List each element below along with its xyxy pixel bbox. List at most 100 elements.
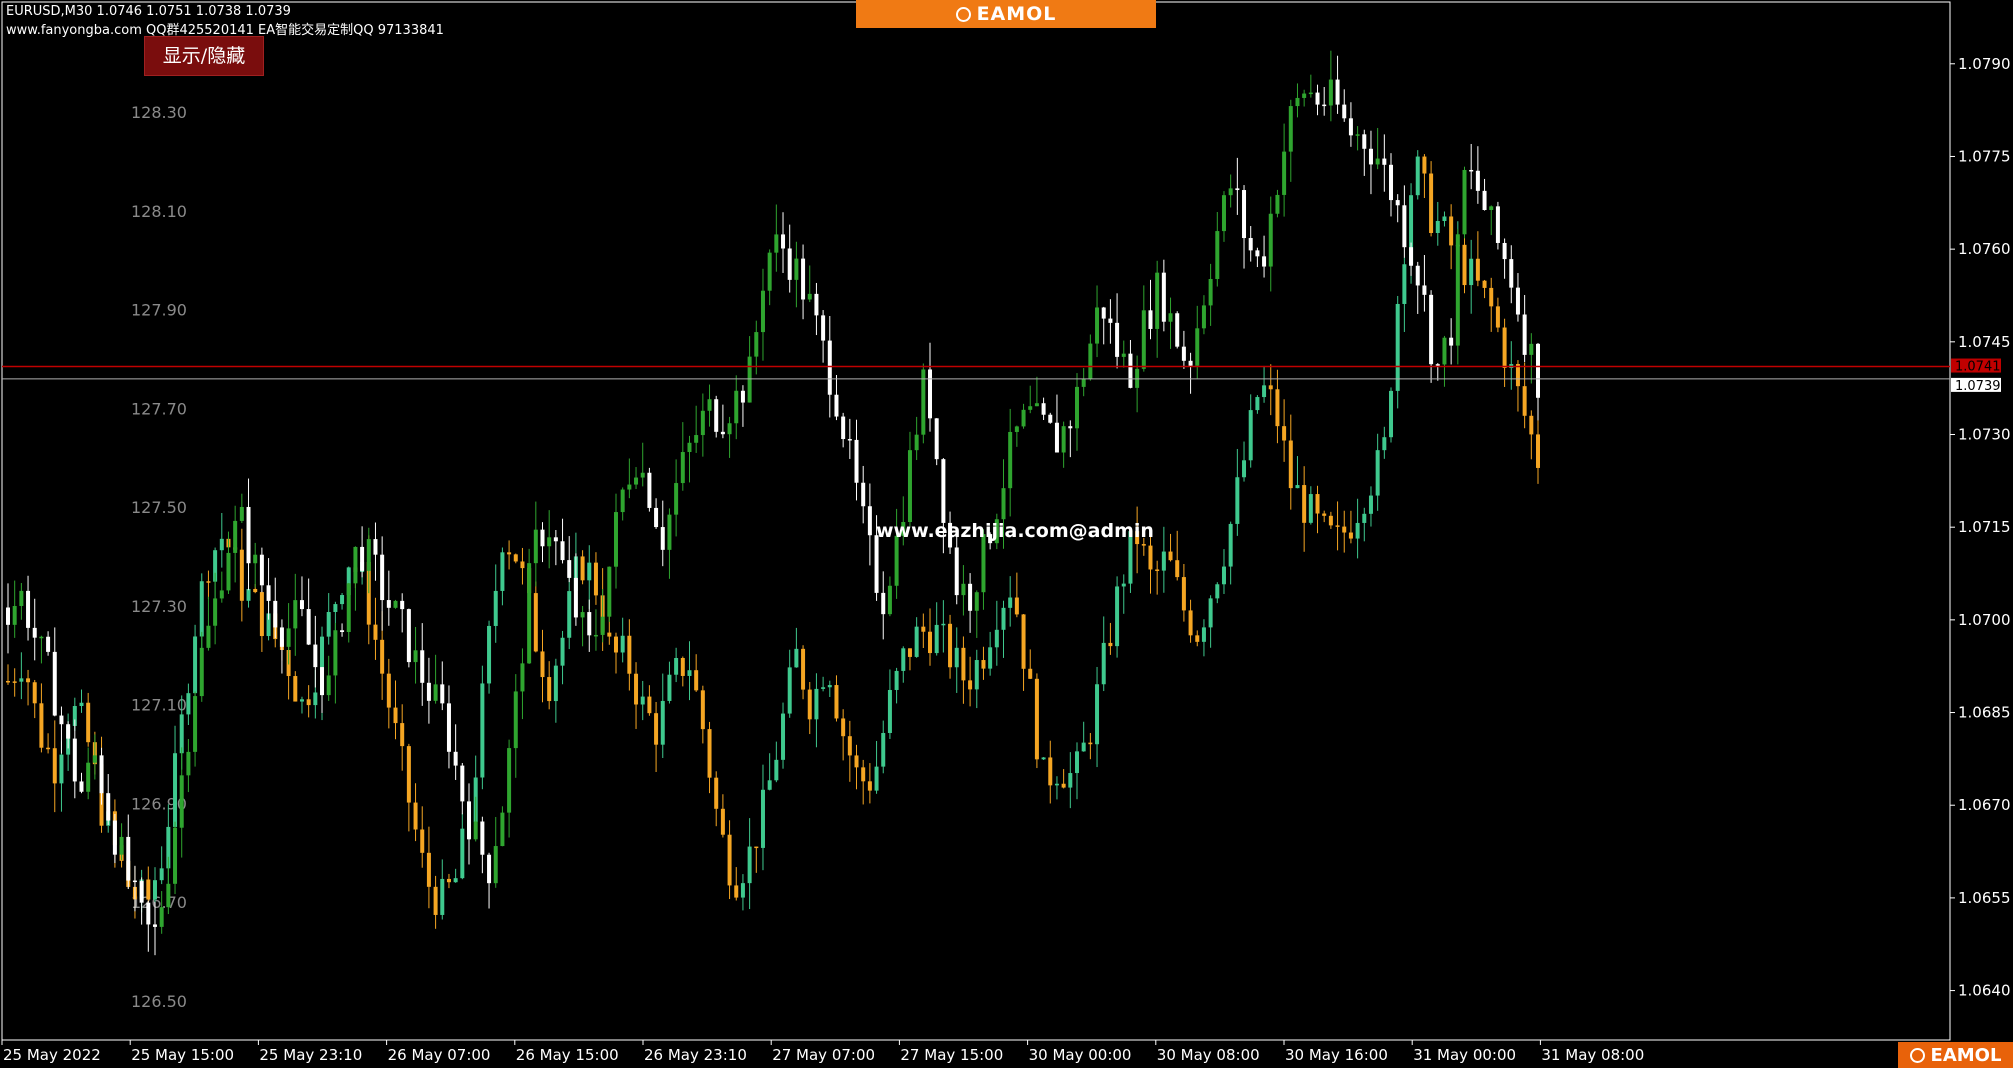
candle-body <box>1228 188 1233 196</box>
time-axis-label: 25 May 23:10 <box>259 1046 362 1064</box>
candle-body <box>86 702 91 743</box>
bid-price-label: 1.0739 <box>1955 379 2001 394</box>
corner-logo-icon <box>1909 1047 1925 1063</box>
candle-body <box>894 535 899 586</box>
candle-body <box>1455 234 1460 346</box>
candle-body <box>801 648 806 690</box>
candle-body <box>694 670 699 691</box>
candle-body <box>867 506 872 536</box>
candle-body <box>246 506 251 564</box>
candle-body <box>1308 92 1313 95</box>
candle-body <box>654 713 659 745</box>
candle-body <box>1121 353 1126 357</box>
candle-body <box>700 410 705 436</box>
candle-body <box>767 252 772 291</box>
left-axis-label: 126.70 <box>131 893 187 912</box>
candle-body <box>794 258 799 280</box>
candle-body <box>1275 194 1280 214</box>
candle-body <box>1081 742 1086 752</box>
candle-body <box>286 628 291 647</box>
candle-body <box>353 546 358 584</box>
candle-body <box>1061 783 1066 788</box>
candle-body <box>1315 494 1320 514</box>
candle-body <box>480 683 485 778</box>
candle-body <box>714 399 719 432</box>
candle-body <box>887 689 892 734</box>
candle-body <box>99 755 104 794</box>
candle-body <box>1348 118 1353 136</box>
candle-body <box>460 765 465 802</box>
candle-body <box>1255 250 1260 257</box>
candle-body <box>1215 231 1220 280</box>
candle-body <box>1188 610 1193 636</box>
candle-body <box>426 852 431 887</box>
show-hide-button[interactable]: 显示/隐藏 <box>144 36 264 76</box>
candle-body <box>1275 389 1280 427</box>
candle-body <box>1322 513 1327 516</box>
left-axis-label: 127.70 <box>131 399 187 418</box>
candle-body <box>727 423 732 435</box>
candle-body <box>186 751 191 776</box>
candle-body <box>647 696 652 714</box>
candle-body <box>313 644 318 668</box>
candle-body <box>1502 327 1507 368</box>
candle-body <box>587 562 592 581</box>
eamol-logo-text: EAMOL <box>976 3 1057 25</box>
candle-body <box>246 588 251 601</box>
candle-body <box>807 293 812 300</box>
candle-body <box>994 629 999 648</box>
candle-body <box>720 431 725 435</box>
candle-body <box>1328 515 1333 526</box>
candle-body <box>206 581 211 583</box>
candle-body <box>1415 265 1420 286</box>
left-axis-label: 127.90 <box>131 301 187 320</box>
candle-body <box>1201 627 1206 642</box>
eamol-logo-icon <box>955 6 971 22</box>
candle-body <box>961 583 966 596</box>
price-axis-label: 1.0760 <box>1958 240 2011 258</box>
candle-body <box>687 442 692 453</box>
candle-body <box>6 607 10 625</box>
time-axis-label: 26 May 07:00 <box>388 1046 491 1064</box>
candle-body <box>1362 134 1367 149</box>
candle-body <box>607 566 612 617</box>
candle-body <box>193 636 198 694</box>
candle-body <box>487 854 492 884</box>
candle-body <box>487 625 492 684</box>
candle-body <box>473 821 478 840</box>
candle-body <box>921 626 926 632</box>
candle-body <box>1475 258 1480 281</box>
candle-body <box>26 590 31 628</box>
candle-body <box>1115 586 1120 647</box>
candle-body <box>627 484 632 490</box>
candle-body <box>734 390 739 424</box>
left-axis-label: 126.90 <box>131 794 187 813</box>
candle-body <box>1101 307 1106 319</box>
candle-body <box>346 583 351 633</box>
candle-body <box>19 590 24 607</box>
candle-body <box>146 902 151 925</box>
candle-body <box>634 673 639 705</box>
candle-body <box>1489 287 1494 307</box>
candle-body <box>1048 414 1053 423</box>
eamol-logo-banner[interactable]: EAMOL <box>856 0 1156 28</box>
candle-body <box>326 675 331 696</box>
candle-body <box>86 762 91 792</box>
candle-body <box>1255 397 1260 411</box>
candle-body <box>1315 92 1320 105</box>
candle-body <box>1422 156 1427 174</box>
candle-body <box>707 399 712 411</box>
candle-body <box>1482 190 1487 211</box>
candle-body <box>1328 79 1333 106</box>
candle-body <box>1409 247 1414 266</box>
candle-body <box>567 560 572 578</box>
candle-body <box>1348 532 1353 539</box>
candle-body <box>1462 169 1467 235</box>
candle-body <box>1402 205 1407 248</box>
candle-body <box>781 234 786 249</box>
candle-body <box>720 808 725 835</box>
candle-body <box>159 907 164 927</box>
candle-body <box>52 651 57 716</box>
candle-body <box>1041 403 1046 415</box>
candle-body <box>1469 169 1474 172</box>
